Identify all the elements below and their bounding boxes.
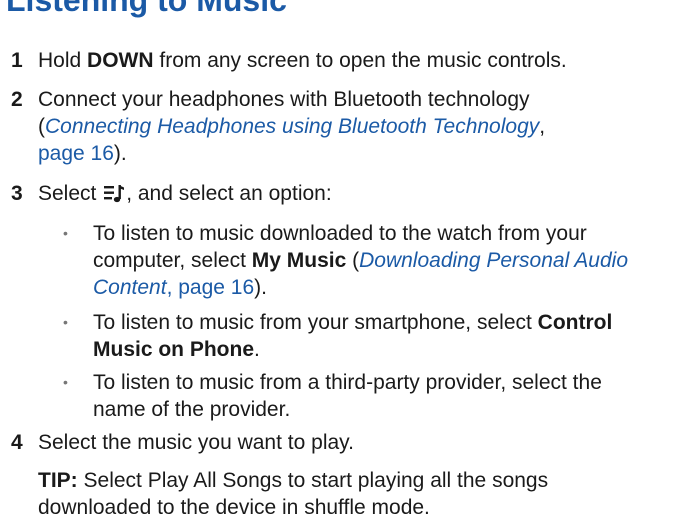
step-text: Select , and select an option: bbox=[38, 182, 332, 205]
link-downloading-audio[interactable]: Downloading Personal Audio bbox=[359, 249, 628, 272]
step-text: Connect your headphones with Bluetooth t… bbox=[38, 88, 546, 165]
bullet-dot: • bbox=[63, 225, 68, 241]
tip-note: TIP: Select Play All Songs to start play… bbox=[38, 469, 549, 519]
button-name: DOWN bbox=[87, 49, 154, 72]
music-list-icon bbox=[104, 185, 125, 203]
step-number: 1 bbox=[11, 49, 23, 72]
step-number: 3 bbox=[11, 182, 23, 205]
bullet-dot: • bbox=[63, 314, 68, 330]
link-page-ref[interactable]: page 16 bbox=[178, 276, 254, 299]
step-number: 4 bbox=[11, 431, 23, 454]
bullet-dot: • bbox=[63, 374, 68, 390]
section-heading: Listening to Music bbox=[6, 0, 287, 18]
step-text: Select the music you want to play. bbox=[38, 431, 354, 454]
step-number: 2 bbox=[11, 88, 23, 111]
link-downloading-audio-cont[interactable]: Content bbox=[93, 276, 167, 299]
step-text: Hold DOWN from any screen to open the mu… bbox=[38, 49, 567, 72]
link-page-ref[interactable]: page 16 bbox=[38, 142, 114, 165]
link-connecting-headphones[interactable]: Connecting Headphones using Bluetooth Te… bbox=[45, 115, 539, 138]
tip-label: TIP: bbox=[38, 469, 78, 492]
menu-name: Music on Phone bbox=[93, 338, 255, 361]
menu-name: My Music bbox=[251, 249, 347, 272]
